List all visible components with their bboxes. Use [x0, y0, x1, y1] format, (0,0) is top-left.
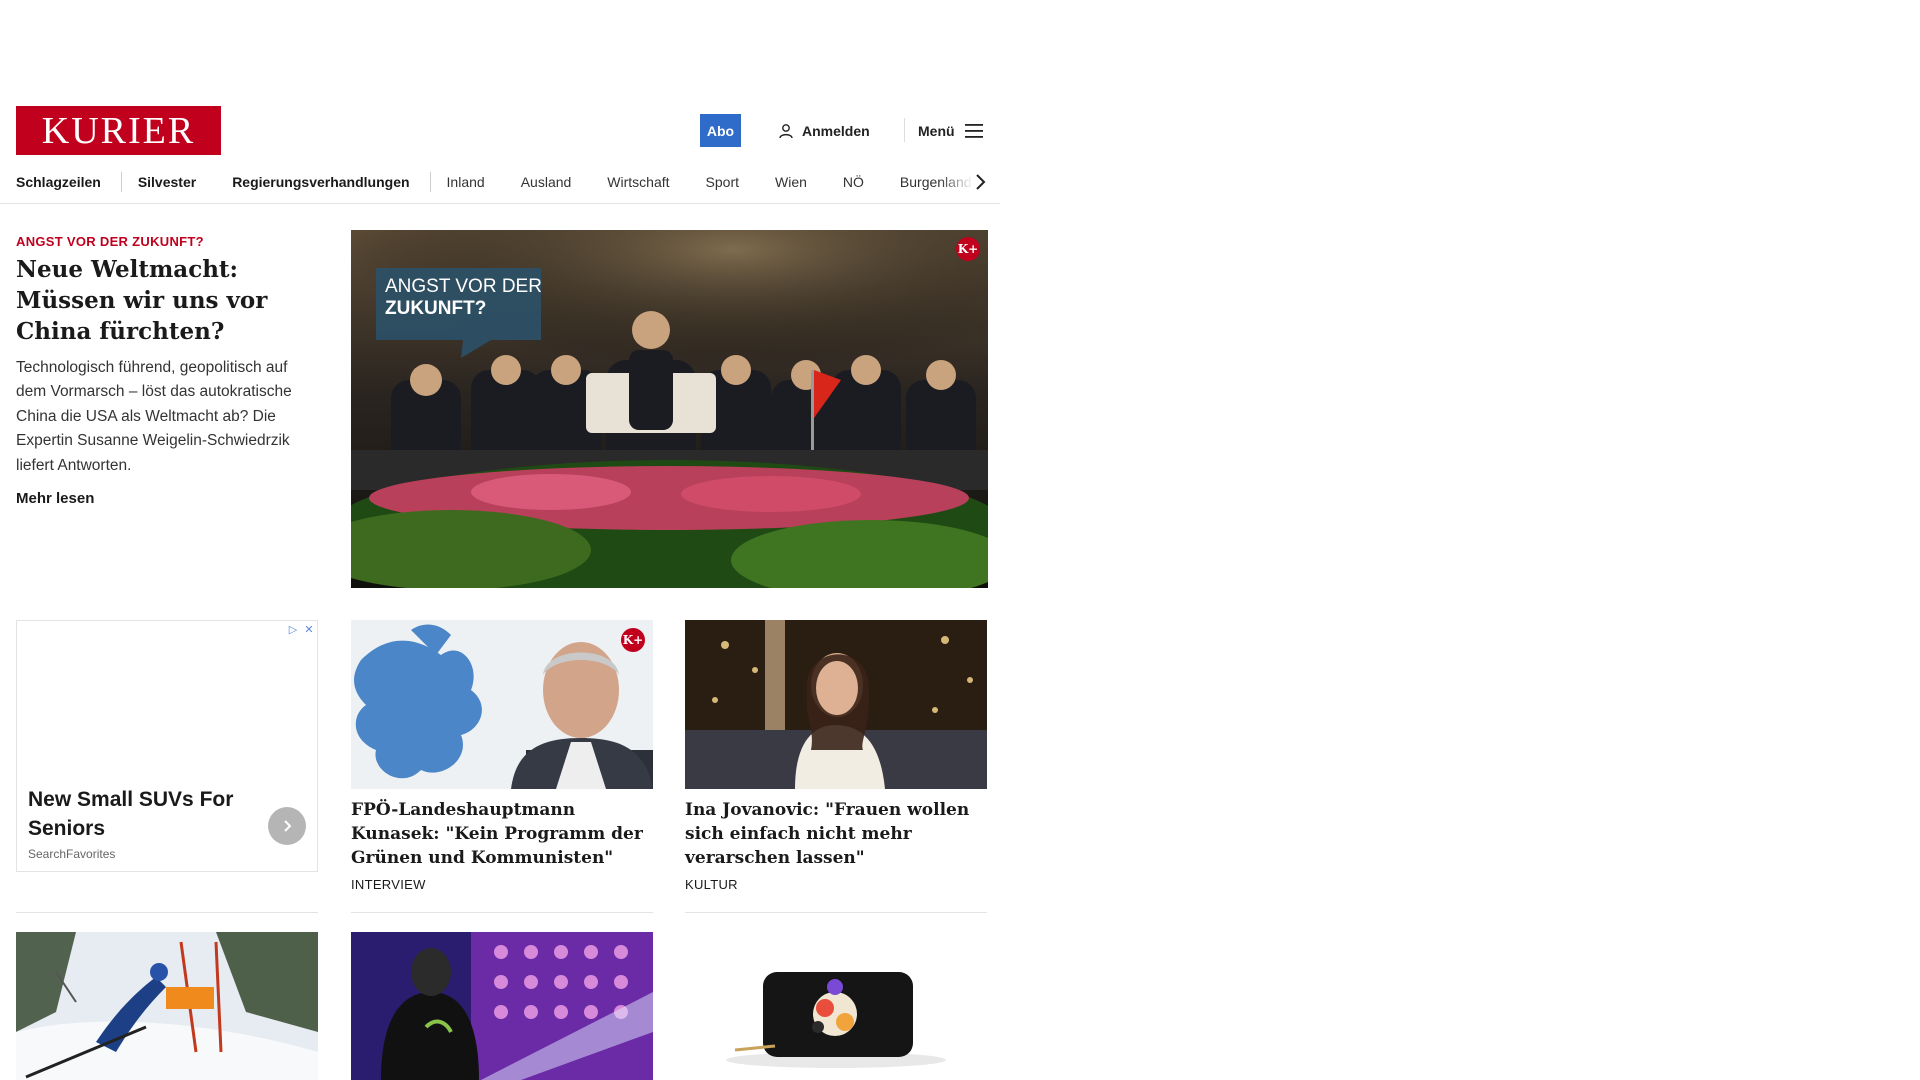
article-image[interactable] — [16, 932, 318, 1080]
nav-item-wirtschaft[interactable]: Wirtschaft — [607, 174, 669, 190]
article-section[interactable]: KULTUR — [685, 877, 738, 892]
article-image[interactable] — [685, 932, 987, 1080]
nav-item-wien[interactable]: Wien — [775, 174, 807, 190]
login-link[interactable]: Anmelden — [778, 118, 870, 144]
article-image[interactable] — [351, 932, 653, 1080]
nav-divider — [120, 172, 122, 192]
header-divider — [904, 118, 905, 142]
nav-item-regierungsverhandlungen[interactable]: Regierungsverhandlungen — [232, 174, 409, 190]
kplus-badge: K+ — [956, 237, 980, 261]
login-label: Anmelden — [802, 123, 870, 139]
card-divider — [685, 912, 987, 913]
article-image[interactable]: K+ — [351, 620, 653, 789]
lead-kicker: ANGST VOR DER ZUKUNFT? — [16, 234, 204, 249]
lead-image[interactable]: ANGST VOR DER ZUKUNFT? K+ — [351, 230, 988, 588]
nav-item-ausland[interactable]: Ausland — [521, 174, 572, 190]
nav-item-sport[interactable]: Sport — [706, 174, 739, 190]
nav-item-schlagzeilen[interactable]: Schlagzeilen — [16, 174, 101, 190]
main-navigation: Schlagzeilen Silvester Regierungsverhand… — [0, 160, 1000, 204]
user-icon — [779, 124, 793, 139]
nav-divider — [429, 172, 431, 192]
logo-text: KURIER — [41, 109, 196, 152]
skier-photo — [16, 932, 318, 1080]
ad-headline[interactable]: New Small SUVs For Seniors — [28, 785, 268, 843]
article-headline[interactable]: Ina Jovanovic: "Frauen wollen sich einfa… — [685, 798, 990, 870]
lead-headline[interactable]: Neue Weltmacht: Müssen wir uns vor China… — [16, 254, 326, 347]
site-header: KURIER Abo Anmelden Menü — [16, 106, 988, 156]
menu-button[interactable]: Menü — [918, 118, 983, 144]
lead-teaser: Technologisch führend, geopolitisch auf … — [16, 359, 292, 474]
abo-button[interactable]: Abo — [700, 114, 741, 147]
kurier-logo[interactable]: KURIER — [16, 106, 221, 155]
lead-photo: ANGST VOR DER ZUKUNFT? — [351, 230, 988, 588]
menu-label: Menü — [918, 123, 955, 139]
chevron-right-icon — [284, 820, 292, 832]
overlay-line1: ANGST VOR DER — [385, 276, 542, 297]
article-photo — [351, 620, 653, 789]
nav-items: Schlagzeilen Silvester Regierungsverhand… — [16, 160, 1000, 203]
article-headline[interactable]: FPÖ-Landeshauptmann Kunasek: "Kein Progr… — [351, 798, 656, 870]
nav-item-inland[interactable]: Inland — [447, 174, 485, 190]
hamburger-icon — [964, 124, 983, 138]
ad-choices-badge[interactable]: ▷ ✕ — [285, 621, 317, 637]
article-image[interactable] — [685, 620, 987, 789]
ad-choices-icon: ▷ — [285, 621, 301, 637]
chevron-right-icon[interactable] — [970, 172, 990, 192]
advertisement[interactable]: ▷ ✕ New Small SUVs For Seniors SearchFav… — [16, 620, 318, 872]
read-more-link[interactable]: Mehr lesen — [16, 490, 94, 507]
ad-next-button[interactable] — [268, 807, 306, 845]
article-section[interactable]: INTERVIEW — [351, 877, 426, 892]
nav-item-silvester[interactable]: Silvester — [138, 174, 196, 190]
kplus-badge: K+ — [621, 628, 645, 652]
concert-photo — [351, 932, 653, 1080]
article-photo — [685, 620, 987, 789]
nav-item-noe[interactable]: NÖ — [843, 174, 864, 190]
overlay-line2: ZUKUNFT? — [385, 298, 486, 319]
ad-divider — [16, 912, 318, 913]
ad-source: SearchFavorites — [28, 847, 116, 861]
wallet-photo — [685, 932, 987, 1080]
ad-close-icon[interactable]: ✕ — [301, 621, 317, 637]
card-divider — [351, 912, 653, 913]
